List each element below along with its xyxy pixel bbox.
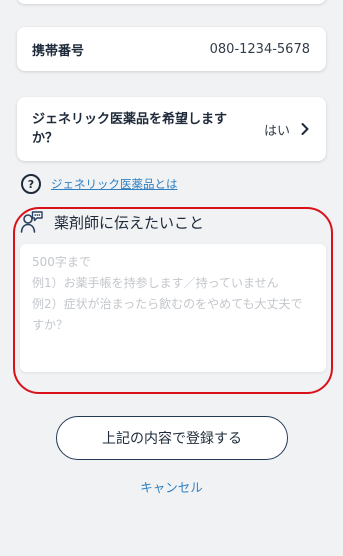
memo-placeholder: 500字まで 例1）お薬手帳を持参します／持っていません 例2）症状が治まったら… [32,255,303,332]
cancel-link[interactable]: キャンセル [0,477,343,496]
previous-card [17,0,326,4]
memo-title: 薬剤師に伝えたいこと [54,213,205,232]
memo-textarea[interactable]: 500字まで 例1）お薬手帳を持参します／持っていません 例2）症状が治まったら… [20,244,326,372]
pharmacist-chat-icon [20,211,43,233]
generic-answer: はい [263,123,290,139]
generic-preference-row[interactable]: ジェネリック医薬品を希望しますか？ はい [17,97,326,161]
chevron-right-icon [301,123,309,135]
generic-info-link[interactable]: ジェネリック医薬品とは [51,176,178,192]
phone-row[interactable]: 携帯番号 080-1234-5678 [17,27,326,71]
generic-answer-group: はい [264,120,312,139]
generic-help-row: ? ジェネリック医薬品とは [21,174,178,194]
phone-label: 携帯番号 [32,43,85,59]
memo-header: 薬剤師に伝えたいこと [20,210,204,234]
screen: 携帯番号 080-1234-5678 ジェネリック医薬品を希望しますか？ はい … [0,0,343,556]
generic-question: ジェネリック医薬品を希望しますか？ [32,112,228,146]
question-circle-icon: ? [21,174,41,194]
register-button[interactable]: 上記の内容で登録する [56,416,288,460]
phone-value: 080-1234-5678 [209,41,310,57]
